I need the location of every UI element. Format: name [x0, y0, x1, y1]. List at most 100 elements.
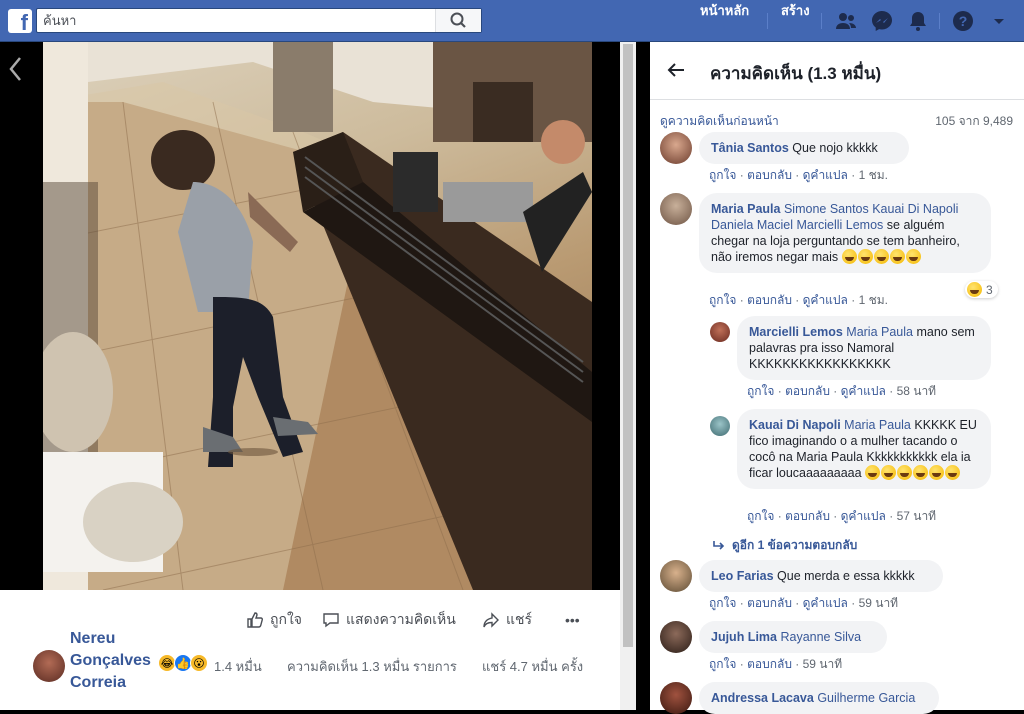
commenter-avatar[interactable]: [660, 132, 692, 164]
comment-time[interactable]: 59 นาที: [859, 596, 899, 610]
commenter-avatar[interactable]: [660, 682, 692, 714]
like-link[interactable]: ถูกใจ: [747, 384, 774, 398]
help-icon[interactable]: ?: [951, 9, 975, 33]
nav-divider: [821, 13, 822, 29]
reply-link[interactable]: ตอบกลับ: [747, 657, 792, 671]
laughing-emoji-icon: [897, 465, 913, 480]
comment-actions: ถูกใจ · ตอบกลับ · ดูคำแปล · 1 ชม.: [709, 168, 888, 182]
cctv-scene-image: [43, 42, 592, 590]
comment-time[interactable]: 57 นาที: [897, 509, 937, 523]
comments-pagination-count: 105 จาก 9,489: [935, 114, 1013, 128]
messenger-icon[interactable]: [870, 9, 894, 33]
laughing-emoji-icon: [905, 249, 921, 264]
nav-divider: [767, 13, 768, 29]
post-footer: ถูกใจ แสดงความคิดเห็น แชร์ ••• Nereu Gon…: [0, 590, 620, 710]
like-button[interactable]: ถูกใจ: [246, 610, 302, 630]
comments-count[interactable]: ความคิดเห็น 1.3 หมื่น รายการ: [287, 656, 457, 677]
comment-tagged-users[interactable]: Guilherme Garcia: [817, 691, 915, 705]
comment-bubble: Leo Farias Que merda e essa kkkkk: [699, 560, 943, 592]
translate-link[interactable]: ดูคำแปล: [803, 293, 848, 307]
comment-tagged-users[interactable]: Maria Paula: [846, 325, 913, 339]
like-link[interactable]: ถูกใจ: [709, 596, 736, 610]
chevron-down-icon[interactable]: [987, 9, 1011, 33]
laughing-emoji-icon: [945, 465, 961, 480]
comment-button[interactable]: แสดงความคิดเห็น: [322, 610, 456, 630]
comment-actions: ถูกใจ · ตอบกลับ · ดูคำแปล · 58 นาที: [747, 384, 937, 398]
reply-link[interactable]: ตอบกลับ: [747, 293, 792, 307]
laughing-emoji-icon: [873, 249, 889, 264]
comment-bubble: Maria Paula Simone Santos Kauai Di Napol…: [699, 193, 991, 273]
commenter-avatar[interactable]: [660, 560, 692, 592]
comment-author[interactable]: Andressa Lacava: [711, 691, 814, 705]
wow-reaction-icon: 😮: [190, 654, 208, 672]
share-label: แชร์: [506, 611, 533, 627]
translate-link[interactable]: ดูคำแปล: [803, 596, 848, 610]
laughing-emoji-icon: [881, 465, 897, 480]
comment-author[interactable]: Leo Farias: [711, 569, 774, 583]
reply-link[interactable]: ตอบกลับ: [747, 596, 792, 610]
search-input[interactable]: [37, 9, 427, 32]
like-link[interactable]: ถูกใจ: [709, 293, 736, 307]
comment-author[interactable]: Tânia Santos: [711, 141, 789, 155]
search-button[interactable]: [435, 9, 481, 32]
previous-arrow-icon[interactable]: [6, 54, 26, 84]
shares-count[interactable]: แชร์ 4.7 หมื่น ครั้ง: [482, 656, 583, 677]
nav-divider: [939, 13, 940, 29]
view-previous-comments-link[interactable]: ดูความคิดเห็นก่อนหน้า: [660, 112, 779, 131]
scrollbar-thumb[interactable]: [623, 44, 633, 647]
panel-title: ความคิดเห็น (1.3 หมื่น): [710, 64, 882, 83]
nav-create[interactable]: สร้าง: [781, 0, 810, 42]
scrollbar[interactable]: [620, 42, 636, 710]
like-link[interactable]: ถูกใจ: [709, 657, 736, 671]
comment-text: Que nojo kkkkk: [792, 141, 878, 155]
comment-author[interactable]: Kauai Di Napoli: [749, 418, 841, 432]
like-link[interactable]: ถูกใจ: [709, 168, 736, 182]
reply-link[interactable]: ตอบกลับ: [747, 168, 792, 182]
back-arrow-icon[interactable]: [666, 60, 686, 80]
reactions-count[interactable]: 1.4 หมื่น: [214, 656, 262, 677]
reaction-count-value: 3: [986, 282, 993, 297]
like-label: ถูกใจ: [270, 611, 302, 627]
comment-bubble: Marcielli Lemos Maria Paula mano sem pal…: [737, 316, 991, 380]
video-frame[interactable]: [43, 42, 592, 590]
nav-home[interactable]: หน้าหลัก: [700, 0, 749, 42]
reply-link[interactable]: ตอบกลับ: [785, 509, 830, 523]
commenter-avatar[interactable]: [710, 322, 730, 342]
translate-link[interactable]: ดูคำแปล: [841, 384, 886, 398]
comment-author[interactable]: Maria Paula: [711, 202, 780, 216]
comment-label: แสดงความคิดเห็น: [346, 611, 456, 627]
comment-time[interactable]: 1 ชม.: [859, 168, 888, 182]
comment-tagged-users[interactable]: Maria Paula: [844, 418, 911, 432]
translate-link[interactable]: ดูคำแปล: [841, 509, 886, 523]
comment-author[interactable]: Marcielli Lemos: [749, 325, 843, 339]
translate-link[interactable]: ดูคำแปล: [803, 168, 848, 182]
laughing-emoji-icon: [857, 249, 873, 264]
reply-link[interactable]: ตอบกลับ: [785, 384, 830, 398]
comment-time[interactable]: 59 นาที: [803, 657, 843, 671]
like-link[interactable]: ถูกใจ: [747, 509, 774, 523]
reaction-icons[interactable]: 😂 👍 😮: [158, 654, 208, 672]
share-button[interactable]: แชร์: [482, 610, 532, 630]
notifications-icon[interactable]: [906, 9, 930, 33]
panel-header: ความคิดเห็น (1.3 หมื่น): [650, 42, 1024, 100]
comment-tagged-users[interactable]: Rayanne Silva: [780, 630, 861, 644]
friend-requests-icon[interactable]: [834, 9, 858, 33]
comment-author[interactable]: Jujuh Lima: [711, 630, 777, 644]
more-options-button[interactable]: •••: [565, 610, 580, 630]
commenter-avatar[interactable]: [710, 416, 730, 436]
laughing-emoji-icon: [889, 249, 905, 264]
poster-avatar[interactable]: [33, 650, 65, 682]
comment-bubble: Jujuh Lima Rayanne Silva: [699, 621, 887, 653]
view-more-replies-link[interactable]: ดูอีก 1 ข้อความตอบกลับ: [712, 536, 857, 555]
poster-name[interactable]: Nereu Gonçalves Correia: [70, 628, 162, 694]
comment-time[interactable]: 58 นาที: [897, 384, 937, 398]
search-box: [36, 8, 482, 33]
view-more-replies-label: ดูอีก 1 ข้อความตอบกลับ: [732, 538, 858, 552]
facebook-logo[interactable]: f: [8, 9, 32, 33]
comment-time[interactable]: 1 ชม.: [859, 293, 888, 307]
comment-reaction-count[interactable]: 3: [965, 281, 998, 298]
commenter-avatar[interactable]: [660, 621, 692, 653]
laughing-emoji-icon: [841, 249, 857, 264]
commenter-avatar[interactable]: [660, 193, 692, 225]
comment-icon: [323, 613, 339, 628]
